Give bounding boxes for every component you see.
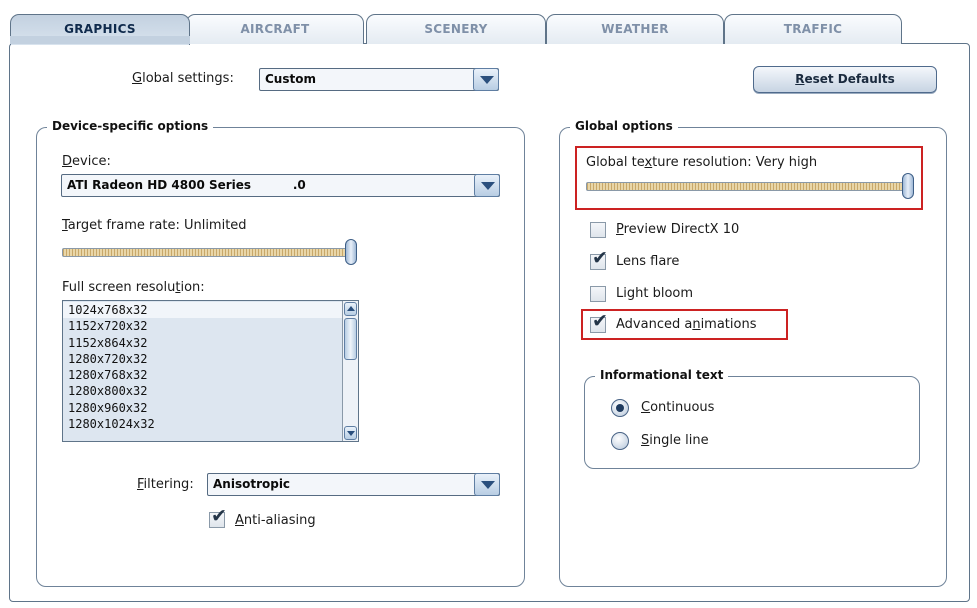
filtering-label: Filtering: [137, 477, 194, 492]
chevron-down-icon[interactable] [474, 174, 500, 197]
resolution-label: Full screen resolution: [62, 280, 205, 295]
list-item[interactable]: 1280x960x32 [63, 400, 358, 416]
lens-flare-label[interactable]: Lens flare [616, 254, 679, 269]
radio-dot-icon [616, 404, 624, 412]
preview-directx10-label[interactable]: Preview DirectX 10 [616, 222, 739, 237]
list-item[interactable]: 1280x768x32 [63, 367, 358, 383]
active-tab-connector [10, 36, 190, 44]
list-item[interactable]: 1280x1024x32 [63, 416, 358, 432]
scrollbar-thumb[interactable] [344, 318, 357, 360]
checkmark-icon: ✔ [592, 247, 608, 269]
list-item[interactable]: 1152x720x32 [63, 318, 358, 334]
frame-rate-slider-thumb[interactable] [345, 239, 357, 265]
scroll-up-icon[interactable] [344, 302, 357, 316]
continuous-label[interactable]: Continuous [641, 400, 714, 415]
texture-resolution-label: Global texture resolution: Very high [586, 155, 818, 170]
tab-scenery[interactable]: SCENERY [366, 14, 546, 44]
global-settings-dropdown[interactable]: Custom [259, 68, 499, 91]
device-label: Device: [62, 154, 111, 169]
single-line-label[interactable]: Single line [641, 433, 709, 448]
informational-text-legend: Informational text [595, 368, 729, 382]
list-item[interactable]: 1024x768x32 [63, 302, 358, 319]
anti-aliasing-label[interactable]: Anti-aliasing [235, 513, 316, 528]
global-settings-value: Custom [265, 72, 316, 86]
informational-text-group: Informational text [584, 368, 920, 469]
advanced-animations-label[interactable]: Advanced animations [616, 317, 756, 332]
list-item[interactable]: 1152x864x32 [63, 335, 358, 351]
preview-directx10-checkbox[interactable] [590, 222, 606, 238]
chevron-down-icon[interactable] [473, 68, 499, 91]
light-bloom-checkbox[interactable] [590, 286, 606, 302]
device-dropdown[interactable]: ATI Radeon HD 4800 Series .0 [61, 174, 500, 197]
global-options-legend: Global options [570, 119, 678, 133]
reset-defaults-button[interactable]: Reset Defaults [753, 66, 937, 93]
lens-flare-checkbox[interactable]: ✔ [590, 249, 608, 270]
list-item[interactable]: 1280x800x32 [63, 383, 358, 399]
light-bloom-label[interactable]: Light bloom [616, 286, 693, 301]
scroll-down-icon[interactable] [344, 426, 357, 440]
checkmark-icon: ✔ [592, 310, 608, 332]
continuous-radio[interactable] [611, 399, 629, 417]
list-item[interactable]: 1280x720x32 [63, 351, 358, 367]
frame-rate-slider-track[interactable] [62, 248, 355, 257]
texture-resolution-slider-thumb[interactable] [902, 173, 914, 199]
checkmark-icon: ✔ [211, 505, 227, 527]
resolution-scrollbar[interactable] [342, 301, 358, 441]
target-frame-rate-label: Target frame rate: Unlimited [62, 218, 247, 233]
advanced-animations-checkbox[interactable]: ✔ [590, 312, 608, 333]
single-line-radio[interactable] [611, 432, 629, 450]
tab-traffic[interactable]: TRAFFIC [724, 14, 902, 44]
tab-aircraft[interactable]: AIRCRAFT [186, 14, 364, 44]
device-specific-options-legend: Device-specific options [47, 119, 214, 133]
chevron-down-icon[interactable] [474, 473, 500, 496]
tab-weather[interactable]: WEATHER [546, 14, 724, 44]
filtering-dropdown[interactable]: Anisotropic [207, 473, 500, 496]
resolution-listbox[interactable]: 1024x768x32 1152x720x32 1152x864x32 1280… [62, 300, 359, 442]
anti-aliasing-checkbox[interactable]: ✔ [209, 507, 227, 528]
device-value: ATI Radeon HD 4800 Series .0 [67, 178, 306, 192]
global-settings-label: Global settings: [132, 71, 234, 86]
filtering-value: Anisotropic [213, 477, 291, 491]
texture-resolution-slider-track[interactable] [586, 182, 909, 191]
